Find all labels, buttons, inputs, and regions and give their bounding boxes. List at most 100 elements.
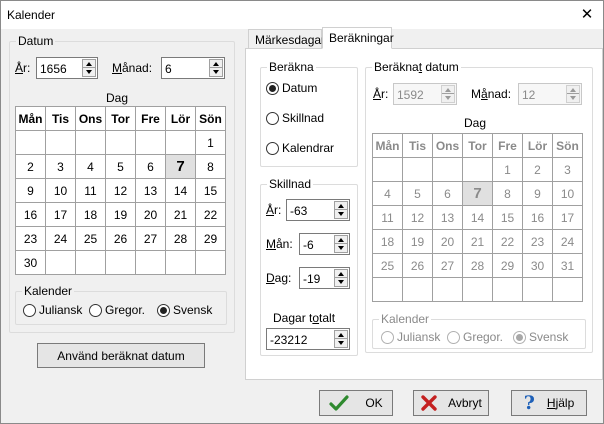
weekday-header: Lör [165, 106, 196, 131]
calendar-day[interactable]: 4 [75, 154, 106, 179]
calendar-day[interactable]: 10 [45, 178, 76, 203]
year-stepper[interactable]: 1656 [36, 57, 98, 79]
weekday-header: Ons [75, 106, 106, 131]
tab-markesdagar[interactable]: Märkesdagar [248, 29, 325, 49]
calendar-day [552, 277, 583, 302]
diff-day-label: Dag: [266, 271, 292, 285]
result-radio-juliansk: Juliansk [381, 330, 440, 344]
calendar-day: 21 [462, 229, 493, 254]
calendar-day[interactable]: 24 [45, 226, 76, 251]
diff-month-label: Mån: [266, 237, 293, 251]
cancel-button[interactable]: Avbryt [413, 390, 489, 416]
left-radio-gregor[interactable]: Gregor. [89, 303, 145, 317]
calendar-day: 6 [432, 181, 463, 206]
calendar-day: 31 [552, 253, 583, 278]
calendar-day[interactable]: 5 [105, 154, 136, 179]
diff-day-stepper[interactable]: -19 [299, 267, 350, 289]
weekday-header: Sön [195, 106, 226, 131]
diff-year-stepper[interactable]: -63 [286, 199, 350, 221]
calendar-day[interactable]: 15 [195, 178, 226, 203]
help-button[interactable]: ? Hjälp [511, 390, 587, 416]
year-up-button[interactable] [83, 60, 95, 68]
calendar-day [105, 250, 136, 275]
calendar-day-selected[interactable]: 7 [165, 154, 196, 179]
calendar-day[interactable]: 11 [75, 178, 106, 203]
close-icon[interactable]: ✕ [577, 5, 597, 25]
diff-month-stepper[interactable]: -6 [299, 233, 350, 255]
calendar-day[interactable]: 9 [15, 178, 46, 203]
calendar-day[interactable]: 16 [15, 202, 46, 227]
calendar-day-selected: 7 [462, 181, 493, 206]
calendar-day[interactable]: 6 [135, 154, 166, 179]
calendar-day: 29 [492, 253, 523, 278]
apply-calculated-date-button[interactable]: Använd beräknat datum [37, 343, 205, 368]
result-calendar-type-label: Kalender [379, 312, 432, 326]
calendar-day: 2 [522, 157, 553, 182]
calendar-day [492, 277, 523, 302]
weekday-header: Tor [105, 106, 136, 131]
month-stepper[interactable]: 6 [161, 57, 225, 79]
calendar-week-row: 4 5 6 7 8 9 10 [372, 181, 583, 206]
calendar-day [45, 250, 76, 275]
calendar-day[interactable]: 30 [15, 250, 46, 275]
month-value: 6 [165, 62, 172, 76]
calendar-day[interactable]: 23 [15, 226, 46, 251]
weekday-header: Tis [402, 133, 433, 158]
total-days-stepper[interactable]: -23212 [266, 328, 350, 350]
calendar-day [45, 130, 76, 155]
title-bar: Kalender ✕ [1, 1, 603, 29]
check-icon [329, 395, 349, 411]
month-down-button[interactable] [210, 68, 222, 76]
calendar-day[interactable]: 22 [195, 202, 226, 227]
left-radio-juliansk[interactable]: Juliansk [23, 303, 82, 317]
tab-berakningar[interactable]: Beräkningar [322, 27, 394, 49]
left-radio-svensk[interactable]: Svensk [157, 303, 212, 317]
calendar-day[interactable]: 20 [135, 202, 166, 227]
calendar-day[interactable]: 14 [165, 178, 196, 203]
calendar-day: 11 [372, 205, 403, 230]
calendar-day [135, 250, 166, 275]
calendar-day: 13 [432, 205, 463, 230]
calendar-day[interactable]: 29 [195, 226, 226, 251]
calendar-week-row: 25 26 27 28 29 30 31 [372, 253, 583, 278]
calendar-day[interactable]: 8 [195, 154, 226, 179]
calendar-week-row [372, 277, 583, 302]
calendar-day[interactable]: 13 [135, 178, 166, 203]
calendar-day[interactable]: 28 [165, 226, 196, 251]
calendar-week-row: 123 [372, 157, 583, 182]
calendar-week-row: 1 [15, 130, 226, 155]
calendar-day: 15 [492, 205, 523, 230]
calendar-day[interactable]: 21 [165, 202, 196, 227]
calendar-day: 19 [402, 229, 433, 254]
year-down-button[interactable] [83, 68, 95, 76]
weekday-header: Mån [15, 106, 46, 131]
weekday-header: Lör [522, 133, 553, 158]
radio-datum[interactable]: Datum [266, 81, 317, 95]
calendar-day[interactable]: 19 [105, 202, 136, 227]
calendar-day: 8 [492, 181, 523, 206]
calendar-day[interactable]: 17 [45, 202, 76, 227]
calendar-day: 4 [372, 181, 403, 206]
calendar-day: 30 [522, 253, 553, 278]
calendar-day[interactable]: 2 [15, 154, 46, 179]
calendar-week-row: 9 10 11 12 13 14 15 [15, 178, 226, 203]
ok-button[interactable]: OK [319, 390, 393, 416]
calendar-day[interactable]: 27 [135, 226, 166, 251]
calendar-day[interactable]: 26 [105, 226, 136, 251]
month-up-button[interactable] [210, 60, 222, 68]
calendar-day[interactable]: 1 [195, 130, 226, 155]
calendar-day[interactable]: 18 [75, 202, 106, 227]
datum-group-label: Datum [16, 34, 56, 48]
result-calendar-grid: Mån Tis Ons Tor Fre Lör Sön 1 2 3 4 5 6 7 8 9 10 11 12 13 14… [372, 133, 583, 302]
radio-skillnad[interactable]: Skillnad [266, 111, 324, 125]
left-calendar-type-label: Kalender [22, 284, 75, 298]
calendar-day[interactable]: 3 [45, 154, 76, 179]
calendar-day[interactable]: 12 [105, 178, 136, 203]
x-icon [421, 395, 437, 411]
radio-kalendrar[interactable]: Kalendrar [266, 141, 334, 155]
calendar-day [135, 130, 166, 155]
window-title: Kalender [7, 8, 56, 22]
result-month-stepper: 12 [518, 83, 582, 105]
calendar-day[interactable]: 25 [75, 226, 106, 251]
calendar-day: 23 [522, 229, 553, 254]
